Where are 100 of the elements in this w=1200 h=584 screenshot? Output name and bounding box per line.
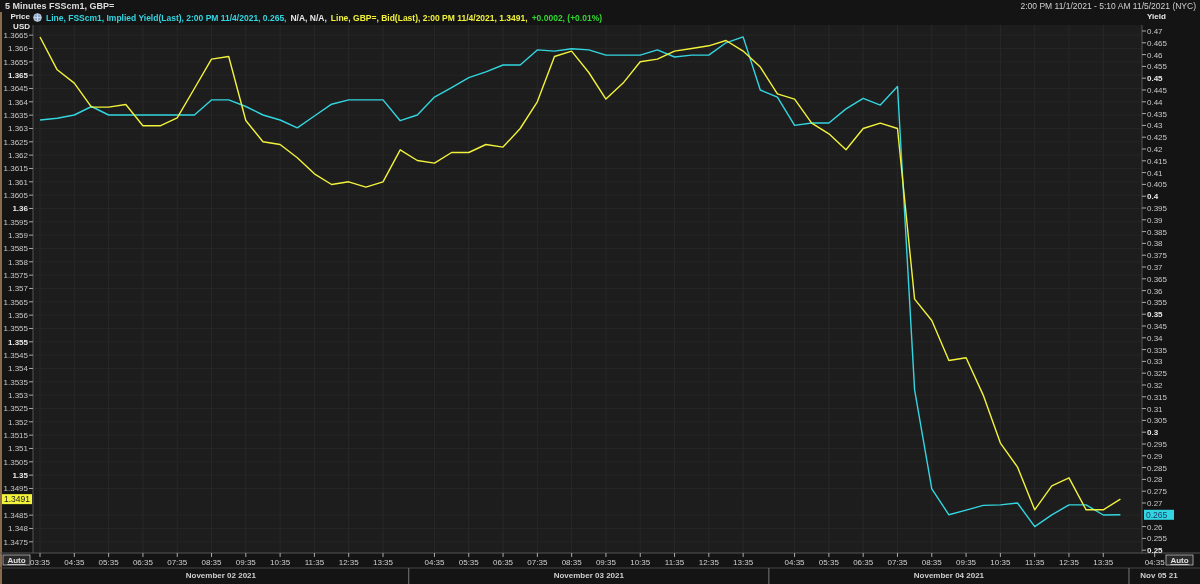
- axis-label: 1.3485: [3, 511, 28, 521]
- axis-label: 1.365: [7, 71, 28, 81]
- axis-label: 0.345: [1147, 322, 1168, 331]
- axis-label: 08:35: [921, 558, 942, 567]
- axis-label: 0.34: [1147, 333, 1163, 343]
- axis-label: 1.361: [7, 177, 28, 187]
- axis-label: 09:35: [235, 558, 256, 567]
- axis-label: 09:35: [956, 558, 977, 567]
- date-label: November 04 2021: [913, 571, 985, 580]
- legend-entry: Line, GBP=, Bid(Last), 2:00 PM 11/4/2021, 1.3491,: [330, 12, 528, 23]
- axis-label: 1.3565: [3, 297, 28, 307]
- axis-label: 12:35: [338, 558, 359, 567]
- axis-label: 1.3555: [3, 324, 28, 334]
- axis-label: 1.3665: [3, 31, 28, 41]
- axis-label: 11:35: [304, 558, 325, 567]
- axis-label: 1.36: [12, 204, 28, 214]
- axis-label: 1.348: [7, 524, 28, 534]
- axis-label: 1.3575: [3, 271, 28, 281]
- axis-label: 0.335: [1147, 345, 1168, 355]
- axis-label: 0.44: [1147, 97, 1163, 107]
- axis-label: 0.365: [1147, 274, 1168, 284]
- axis-label: 0.45: [1147, 74, 1163, 84]
- axis-label: 0.295: [1147, 440, 1168, 449]
- axis-label: 1.3585: [3, 244, 28, 254]
- axis-label: 13:35: [373, 558, 393, 567]
- axis-label: 0.41: [1147, 168, 1163, 178]
- axis-label: 06:35: [132, 558, 153, 567]
- axis-label: 0.325: [1147, 369, 1168, 379]
- axis-label: 0.38: [1147, 239, 1163, 249]
- axis-label: 0.42: [1147, 145, 1163, 154]
- axis-label: 1.3545: [3, 351, 28, 361]
- axis-label: 07:35: [167, 558, 188, 567]
- axis-label: 0.39: [1147, 215, 1163, 225]
- axis-label: 0.25: [1147, 546, 1163, 556]
- axis-label: 0.46: [1147, 50, 1163, 60]
- globe-icon: [33, 13, 42, 22]
- axis-label: 1.355: [7, 337, 28, 347]
- axis-label: 13:35: [733, 558, 754, 567]
- axis-title: Yield: [1147, 12, 1166, 21]
- axis-label: 0.43: [1147, 121, 1163, 131]
- axis-label: 0.305: [1147, 416, 1168, 426]
- axis-label: 05:35: [818, 558, 839, 567]
- axis-label: 1.364: [7, 97, 28, 107]
- axis-label: 0.385: [1147, 227, 1168, 237]
- legend-entry: N/A, N/A,: [290, 12, 327, 23]
- axis-label: 04:35: [424, 558, 445, 567]
- axis-label: 09:35: [595, 558, 616, 567]
- axis-label: 1.3535: [3, 377, 28, 387]
- axis-label: 0.4: [1147, 192, 1159, 202]
- axis-label: 0.255: [1147, 534, 1168, 544]
- value-badge: 1.3491: [2, 494, 32, 505]
- axis-label: 10:35: [630, 558, 651, 567]
- axis-label: 1.354: [7, 364, 28, 374]
- axis-label: 0.315: [1147, 392, 1168, 402]
- axis-label: 1.358: [7, 257, 28, 267]
- axis-label: 05:35: [98, 558, 119, 567]
- axis-label: 1.3515: [3, 431, 28, 441]
- axis-label: 05:35: [458, 558, 479, 567]
- chart-title: 5 Minutes FSScm1, GBP=: [5, 1, 115, 11]
- axis-label: 1.3475: [3, 537, 28, 547]
- axis-label: 0.285: [1147, 463, 1168, 473]
- axis-label: 11:35: [1024, 558, 1045, 567]
- axis-label: 08:35: [561, 558, 582, 567]
- date-label: Nov 05 21: [1140, 571, 1178, 580]
- axis-label: 1.3605: [3, 191, 28, 201]
- axis-label: 06:35: [493, 558, 514, 567]
- axis-label: 04:35: [784, 558, 805, 567]
- axis-label: 0.36: [1147, 286, 1163, 296]
- axis-label: 0.405: [1147, 180, 1168, 190]
- axis-label: 0.27: [1147, 499, 1163, 508]
- axis-label: 0.32: [1147, 381, 1163, 390]
- axis-label: 0.275: [1147, 487, 1168, 497]
- axis-label: 0.31: [1147, 404, 1163, 414]
- axis-label: 0.47: [1147, 27, 1163, 36]
- axis-label: 1.357: [7, 284, 28, 294]
- axis-label: 1.3495: [3, 484, 28, 494]
- value-badge: 0.265: [1144, 509, 1174, 520]
- auto-button[interactable]: Auto: [1165, 554, 1194, 566]
- axis-label: 0.445: [1147, 86, 1168, 95]
- axis-label: 1.3595: [3, 217, 28, 227]
- axis-label: 1.366: [7, 44, 28, 54]
- axis-label: 0.395: [1147, 204, 1168, 213]
- axis-label: 04:35: [64, 558, 85, 567]
- auto-button[interactable]: Auto: [2, 554, 31, 566]
- axis-label: 1.3645: [3, 84, 28, 94]
- axis-label: 1.3625: [3, 137, 28, 147]
- axis-label: 1.3525: [3, 404, 28, 414]
- axis-label: 11:35: [664, 558, 685, 567]
- axis-label: 0.425: [1147, 133, 1168, 143]
- axis-label: 1.363: [7, 124, 28, 134]
- axis-label: 1.352: [7, 417, 28, 427]
- axis-label: 1.3635: [3, 111, 28, 121]
- axis-label: 0.28: [1147, 475, 1163, 485]
- axis-label: 0.355: [1147, 298, 1168, 308]
- axis-label: 0.26: [1147, 522, 1163, 532]
- axis-label: 13:35: [1093, 558, 1114, 567]
- axis-label: 0.415: [1147, 156, 1168, 166]
- axis-label: 10:35: [990, 558, 1011, 567]
- axis-label: 12:35: [698, 558, 719, 567]
- axis-label: 07:35: [527, 558, 548, 567]
